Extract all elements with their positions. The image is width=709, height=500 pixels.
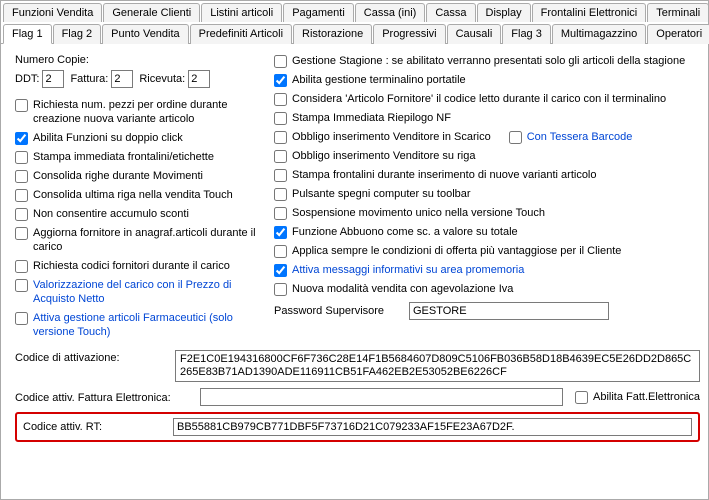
tab-pagamenti[interactable]: Pagamenti [283,3,354,22]
tab-causali[interactable]: Causali [447,24,502,44]
tab-punto-vendita[interactable]: Punto Vendita [102,24,189,44]
right-check-8[interactable] [274,207,287,220]
right-check-label-1: Abilita gestione terminalino portatile [292,73,466,87]
left-check-label-1: Abilita Funzioni su doppio click [33,131,183,145]
password-supervisore-label: Password Supervisore [274,305,409,317]
left-check-7[interactable] [15,260,28,273]
right-check-5[interactable] [274,150,287,163]
left-check-label-4: Consolida ultima riga nella vendita Touc… [33,188,233,202]
tab-generale-clienti[interactable]: Generale Clienti [103,3,200,22]
tab-cassa-ini-[interactable]: Cassa (ini) [355,3,426,22]
codice-rt-input[interactable] [173,418,692,436]
left-check-label-6: Aggiorna fornitore in anagraf.articoli d… [33,226,260,254]
tab-display[interactable]: Display [477,3,531,22]
ricevuta-input[interactable] [188,70,210,88]
fattura-input[interactable] [111,70,133,88]
abilita-fatt-elettr-label: Abilita Fatt.Elettronica [593,390,700,404]
left-check-8[interactable] [15,279,28,292]
right-check-label-9: Funzione Abbuono come sc. a valore su to… [292,225,518,239]
left-check-6[interactable] [15,227,28,240]
tab-flag-1[interactable]: Flag 1 [3,24,52,44]
left-check-label-2: Stampa immediata frontalini/etichette [33,150,214,164]
ddt-label: DDT: [15,73,39,85]
tab-cassa[interactable]: Cassa [426,3,475,22]
right-check-label-5: Obbligo inserimento Venditore su riga [292,149,475,163]
right-check-label-11: Attiva messaggi informativi su area prom… [292,263,524,277]
right-check-11[interactable] [274,264,287,277]
right-check-1[interactable] [274,74,287,87]
left-check-label-8: Valorizzazione del carico con il Prezzo … [33,278,260,306]
right-check-label-8: Sospensione movimento unico nella versio… [292,206,545,220]
con-tessera-barcode-checkbox[interactable] [509,131,522,144]
codice-attivazione-value[interactable]: F2E1C0E194316800CF6F736C28E14F1B5684607D… [175,350,700,382]
codice-rt-highlight: Codice attiv. RT: [15,412,700,442]
tab-predefiniti-articoli[interactable]: Predefiniti Articoli [190,24,292,44]
right-check-label-10: Applica sempre le condizioni di offerta … [292,244,621,258]
right-check-6[interactable] [274,169,287,182]
tab-progressivi[interactable]: Progressivi [373,24,445,44]
left-check-label-0: Richiesta num. pezzi per ordine durante … [33,98,260,126]
tabs-row-bottom: Flag 1Flag 2Punto VenditaPredefiniti Art… [1,22,708,44]
panel-flag1: Numero Copie: DDT: Fattura: Ricevuta: Ri… [1,44,708,450]
tab-frontalini-elettronici[interactable]: Frontalini Elettronici [532,3,647,22]
right-check-label-3: Stampa Immediata Riepilogo NF [292,111,451,125]
right-check-3[interactable] [274,112,287,125]
right-check-label-7: Pulsante spegni computer su toolbar [292,187,471,201]
codice-rt-label: Codice attiv. RT: [23,421,173,433]
left-check-label-7: Richiesta codici fornitori durante il ca… [33,259,230,273]
left-check-label-3: Consolida righe durante Movimenti [33,169,203,183]
tab-multimagazzino[interactable]: Multimagazzino [552,24,646,44]
tab-listini-articoli[interactable]: Listini articoli [201,3,282,22]
left-check-5[interactable] [15,208,28,221]
codice-attivazione-label: Codice di attivazione: [15,350,175,364]
right-check-label-12: Nuova modalità vendita con agevolazione … [292,282,513,296]
right-check-label-2: Considera 'Articolo Fornitore' il codice… [292,92,666,106]
password-supervisore-input[interactable] [409,302,609,320]
right-check-label-6: Stampa frontalini durante inserimento di… [292,168,597,182]
left-check-label-9: Attiva gestione articoli Farmaceutici (s… [33,311,260,339]
left-check-0[interactable] [15,99,28,112]
right-check-4[interactable] [274,131,287,144]
ddt-input[interactable] [42,70,64,88]
right-check-label-0: Gestione Stagione : se abilitato verrann… [292,54,685,68]
numero-copie-label: Numero Copie: [15,54,260,66]
left-check-4[interactable] [15,189,28,202]
right-check-2[interactable] [274,93,287,106]
right-check-9[interactable] [274,226,287,239]
tab-flag-3[interactable]: Flag 3 [502,24,551,44]
tab-operatori[interactable]: Operatori [647,24,709,44]
left-check-label-5: Non consentire accumulo sconti [33,207,189,221]
left-check-9[interactable] [15,312,28,325]
tab-terminali[interactable]: Terminali [647,3,709,22]
left-check-3[interactable] [15,170,28,183]
right-check-7[interactable] [274,188,287,201]
ricevuta-label: Ricevuta: [139,73,185,85]
right-check-10[interactable] [274,245,287,258]
tabs-row-top: Funzioni VenditaGenerale ClientiListini … [1,1,708,22]
con-tessera-barcode-label: Con Tessera Barcode [527,131,633,143]
right-check-label-4: Obbligo inserimento Venditore in Scarico [292,130,491,144]
tab-ristorazione[interactable]: Ristorazione [293,24,372,44]
tab-funzioni-vendita[interactable]: Funzioni Vendita [3,3,102,22]
right-check-12[interactable] [274,283,287,296]
abilita-fatt-elettr-checkbox[interactable] [575,391,588,404]
fattura-label: Fattura: [70,73,108,85]
right-check-0[interactable] [274,55,287,68]
left-check-2[interactable] [15,151,28,164]
tab-flag-2[interactable]: Flag 2 [53,24,102,44]
codice-fatt-elettr-label: Codice attiv. Fattura Elettronica: [15,390,200,404]
left-check-1[interactable] [15,132,28,145]
codice-fatt-elettr-input[interactable] [200,388,563,406]
